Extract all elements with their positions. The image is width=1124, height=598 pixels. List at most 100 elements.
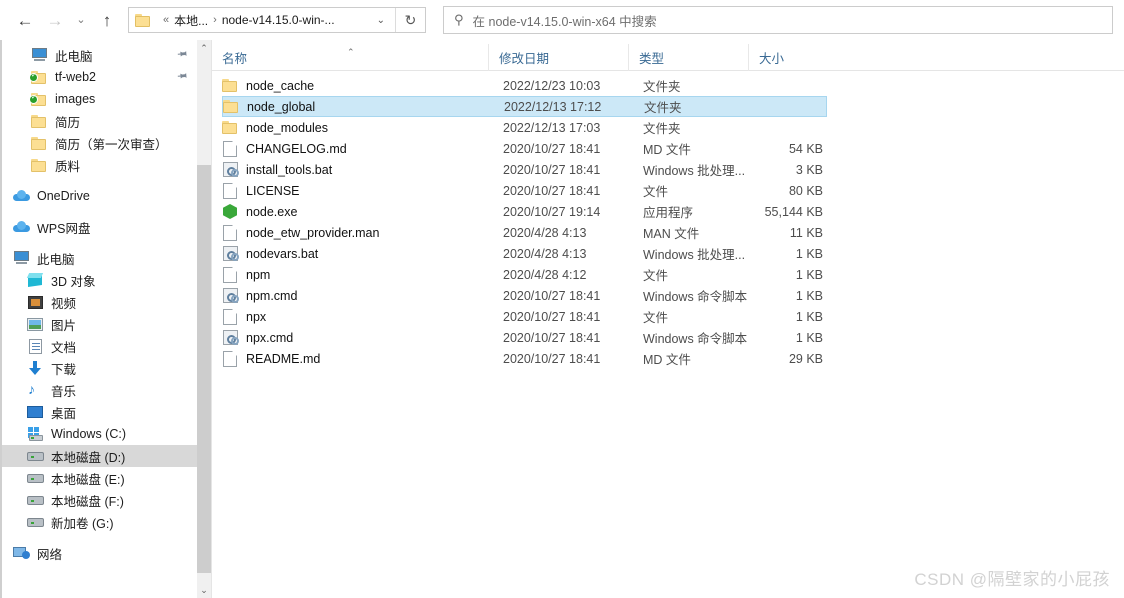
up-button[interactable]: ↑ bbox=[92, 5, 122, 35]
address-chevron-down-icon[interactable]: ⌄ bbox=[367, 15, 395, 26]
file-type-cell: 文件夹 bbox=[643, 122, 681, 136]
file-name-cell[interactable]: npm.cmd bbox=[222, 288, 297, 304]
drive-icon bbox=[26, 470, 44, 486]
refresh-button[interactable]: ↻ bbox=[395, 8, 425, 32]
column-header-3[interactable]: 类型 bbox=[628, 44, 748, 71]
pin-icon[interactable] bbox=[173, 46, 190, 64]
sidebar-item-11[interactable]: 视频 bbox=[2, 291, 197, 313]
file-name-cell[interactable]: node_cache bbox=[222, 78, 314, 94]
file-name-cell[interactable]: node_modules bbox=[222, 120, 328, 136]
sidebar-scrollbar[interactable]: ⌃ ⌄ bbox=[197, 40, 211, 598]
file-name-cell[interactable]: nodevars.bat bbox=[222, 246, 318, 262]
sort-ascending-icon: ⌃ bbox=[347, 47, 355, 57]
file-row[interactable]: npx.cmd 2020/10/27 18:41 Windows 命令脚本 1 KB bbox=[222, 327, 827, 348]
column-header-4[interactable]: 大小 bbox=[748, 44, 828, 71]
sidebar-item-4[interactable]: 简历 bbox=[2, 110, 197, 132]
file-row[interactable]: npm.cmd 2020/10/27 18:41 Windows 命令脚本 1 KB bbox=[222, 285, 827, 306]
file-date-cell: 2020/4/28 4:13 bbox=[503, 246, 587, 261]
file-row[interactable]: node_etw_provider.man 2020/4/28 4:13 MAN 文… bbox=[222, 222, 827, 243]
breadcrumb-current[interactable]: node-v14.15.0-win-... bbox=[222, 13, 335, 27]
file-name-cell[interactable]: install_tools.bat bbox=[222, 162, 332, 178]
file-name-label: node.exe bbox=[246, 204, 298, 219]
sidebar-item-15[interactable]: ♪ 音乐 bbox=[2, 379, 197, 401]
file-name-cell[interactable]: CHANGELOG.md bbox=[222, 140, 347, 157]
sidebar-item-7[interactable]: OneDrive bbox=[2, 185, 197, 207]
column-header-label: 修改日期 bbox=[499, 52, 550, 66]
file-row[interactable]: CHANGELOG.md 2020/10/27 18:41 MD 文件 54 KB bbox=[222, 138, 827, 159]
file-date-cell: 2022/12/23 10:03 bbox=[503, 78, 601, 93]
file-row[interactable]: LICENSE 2020/10/27 18:41 文件 80 KB bbox=[222, 180, 827, 201]
file-name-cell[interactable]: node_global bbox=[223, 99, 315, 115]
file-row[interactable]: nodevars.bat 2020/4/28 4:13 Windows 批处理...… bbox=[222, 243, 827, 264]
sidebar-item-6[interactable]: 质料 bbox=[2, 154, 197, 176]
file-row[interactable]: npx 2020/10/27 18:41 文件 1 KB bbox=[222, 306, 827, 327]
sidebar-item-9[interactable]: 此电脑 bbox=[2, 247, 197, 269]
file-list[interactable]: node_cache 2022/12/23 10:03 文件夹 node_global… bbox=[212, 72, 1124, 598]
cloud-icon bbox=[12, 188, 30, 204]
navigation-pane[interactable]: 此电脑 tf-web2 images 简历简历（第一次审查） 质料 OneDrive WPS… bbox=[0, 40, 197, 598]
sidebar-item-label: 本地磁盘 (E:) bbox=[51, 472, 125, 487]
sidebar-item-8[interactable]: WPS网盘 bbox=[2, 216, 197, 238]
sidebar-item-1[interactable]: 此电脑 bbox=[2, 44, 197, 66]
sidebar-item-10[interactable]: 3D 对象 bbox=[2, 269, 197, 291]
folder-icon bbox=[223, 99, 239, 115]
file-name-cell[interactable]: LICENSE bbox=[222, 182, 300, 199]
scrollbar-thumb[interactable] bbox=[197, 165, 211, 573]
breadcrumb-overflow-icon[interactable]: « bbox=[163, 14, 169, 26]
file-row[interactable]: install_tools.bat 2020/10/27 18:41 Windows… bbox=[222, 159, 827, 180]
sidebar-item-12[interactable]: 图片 bbox=[2, 313, 197, 335]
file-name-label: README.md bbox=[246, 351, 321, 366]
recent-locations-chevron-down-icon[interactable]: ⌄ bbox=[70, 5, 92, 35]
sidebar-item-19[interactable]: 本地磁盘 (E:) bbox=[2, 467, 197, 489]
column-header-label: 名称 bbox=[222, 52, 248, 66]
forward-button[interactable]: → bbox=[40, 5, 70, 35]
bat-icon bbox=[222, 246, 239, 262]
column-header-label: 大小 bbox=[759, 52, 785, 66]
file-name-cell[interactable]: npm bbox=[222, 266, 270, 283]
file-size-cell: 55,144 KB bbox=[764, 204, 823, 219]
file-name-cell[interactable]: npx.cmd bbox=[222, 330, 293, 346]
sidebar-item-label: 图片 bbox=[51, 318, 77, 333]
file-size-cell: 1 KB bbox=[795, 330, 823, 345]
back-button[interactable]: ← bbox=[10, 5, 40, 35]
file-name-cell[interactable]: README.md bbox=[222, 350, 321, 367]
address-bar[interactable]: « 本地... › node-v14.15.0-win-... ⌄ ↻ bbox=[128, 7, 426, 33]
sidebar-item-3[interactable]: images bbox=[2, 88, 197, 110]
file-row[interactable]: node_cache 2022/12/23 10:03 文件夹 bbox=[222, 75, 827, 96]
sidebar-item-22[interactable]: 网络 bbox=[2, 542, 197, 564]
file-row[interactable]: node_global 2022/12/13 17:12 文件夹 bbox=[222, 96, 827, 117]
file-name-label: npx bbox=[246, 309, 267, 324]
file-row[interactable]: node.exe 2020/10/27 19:14 应用程序 55,144 KB bbox=[222, 201, 827, 222]
sidebar-item-label: OneDrive bbox=[37, 189, 90, 203]
scroll-down-icon[interactable]: ⌄ bbox=[197, 582, 211, 598]
sidebar-item-20[interactable]: 本地磁盘 (F:) bbox=[2, 489, 197, 511]
breadcrumb-separator-icon[interactable]: › bbox=[213, 14, 217, 26]
sidebar-item-17[interactable]: Windows (C:) bbox=[2, 423, 197, 445]
picture-icon bbox=[26, 316, 44, 332]
drive-icon bbox=[26, 492, 44, 508]
sidebar-item-5[interactable]: 简历（第一次审查） bbox=[2, 132, 197, 154]
breadcrumb-parent[interactable]: 本地... bbox=[174, 12, 208, 29]
pin-icon[interactable] bbox=[173, 68, 190, 86]
bat-icon bbox=[222, 162, 239, 178]
file-row[interactable]: node_modules 2022/12/13 17:03 文件夹 bbox=[222, 117, 827, 138]
sidebar-item-18[interactable]: 本地磁盘 (D:) bbox=[2, 445, 197, 467]
scroll-up-icon[interactable]: ⌃ bbox=[197, 40, 211, 56]
sidebar-item-14[interactable]: 下载 bbox=[2, 357, 197, 379]
file-name-cell[interactable]: npx bbox=[222, 308, 267, 325]
node-hex-icon bbox=[222, 204, 238, 220]
column-header-2[interactable]: 修改日期 bbox=[488, 44, 628, 71]
file-name-cell[interactable]: node_etw_provider.man bbox=[222, 224, 379, 241]
file-name-cell[interactable]: node.exe bbox=[222, 204, 297, 220]
sidebar-item-21[interactable]: 新加卷 (G:) bbox=[2, 511, 197, 533]
file-type-cell: 文件夹 bbox=[644, 101, 682, 115]
sidebar-item-2[interactable]: tf-web2 bbox=[2, 66, 197, 88]
column-header-1[interactable]: 名称 ⌃ bbox=[212, 44, 488, 71]
file-row[interactable]: npm 2020/4/28 4:12 文件 1 KB bbox=[222, 264, 827, 285]
sidebar-item-16[interactable]: 桌面 bbox=[2, 401, 197, 423]
sidebar-item-label: 此电脑 bbox=[37, 252, 75, 267]
search-input[interactable]: 在 node-v14.15.0-win-x64 中搜索 bbox=[473, 11, 657, 30]
search-box[interactable]: ⚲ 在 node-v14.15.0-win-x64 中搜索 bbox=[443, 6, 1113, 34]
sidebar-item-13[interactable]: 文档 bbox=[2, 335, 197, 357]
file-row[interactable]: README.md 2020/10/27 18:41 MD 文件 29 KB bbox=[222, 348, 827, 369]
